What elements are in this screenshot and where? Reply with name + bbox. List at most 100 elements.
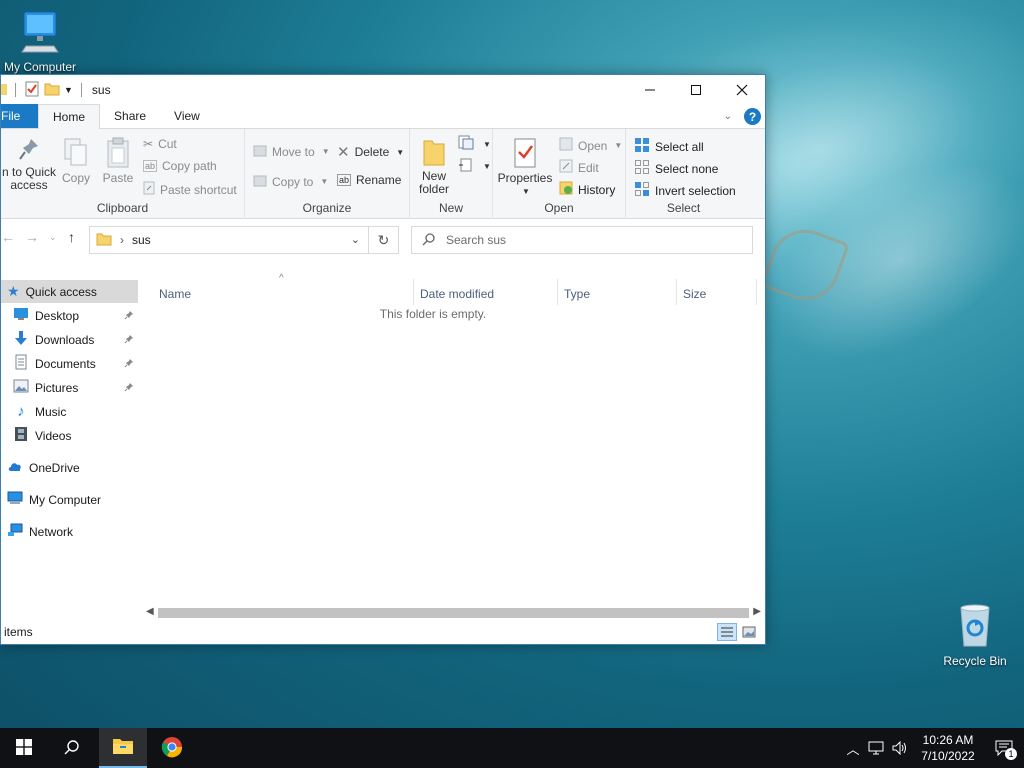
cut-button[interactable]: ✂ Cut <box>143 137 177 151</box>
clock-date: 7/10/2022 <box>921 749 975 763</box>
scrollbar-thumb[interactable] <box>158 608 749 618</box>
back-arrow-icon[interactable]: ← <box>1 229 15 245</box>
nav-item-label: My Computer <box>29 492 102 507</box>
nav-item-downloads[interactable]: Downloads <box>1 328 138 351</box>
start-button[interactable] <box>0 728 48 768</box>
title-bar[interactable]: ▼ sus <box>1 75 765 105</box>
paste-button[interactable]: Paste <box>99 137 137 185</box>
scroll-right-icon[interactable]: ▶ <box>753 606 761 617</box>
details-view-button[interactable] <box>717 623 737 641</box>
delete-button[interactable]: ✕ Delete ▼ <box>337 143 404 161</box>
nav-item-my-computer[interactable]: My Computer <box>1 488 138 511</box>
paste-shortcut-label: Paste shortcut <box>160 182 237 197</box>
pin-to-quick-access-button[interactable]: n to Quick access <box>1 137 57 192</box>
up-arrow-icon[interactable]: ↑ <box>68 229 75 245</box>
history-button[interactable]: History <box>559 181 615 198</box>
search-placeholder: Search sus <box>446 233 507 247</box>
clock[interactable]: 10:26 AM 7/10/2022 <box>912 732 984 764</box>
nav-item-network[interactable]: Network <box>1 520 138 543</box>
breadcrumb-current[interactable]: sus <box>132 233 151 247</box>
select-all-button[interactable]: Select all <box>634 137 704 156</box>
nav-item-label: Desktop <box>35 308 80 323</box>
nav-item-pictures[interactable]: Pictures <box>1 376 138 399</box>
ribbon-group-open: Properties ▼ Open ▼ Edit History Open <box>493 129 626 219</box>
taskbar-file-explorer[interactable] <box>99 728 147 768</box>
new-item-button[interactable]: ▼ <box>458 135 491 154</box>
large-icons-view-button[interactable] <box>739 623 759 641</box>
chevron-down-icon: ▼ <box>321 147 330 156</box>
desktop-icon-recycle-bin[interactable]: Recycle Bin <box>935 602 1015 668</box>
tab-share[interactable]: Share <box>100 104 160 128</box>
new-folder-button[interactable]: New folder <box>416 137 452 196</box>
address-bar[interactable]: › sus ⌄ <box>89 226 369 254</box>
tab-file[interactable]: File <box>1 104 38 128</box>
search-taskbar-button[interactable] <box>48 728 96 768</box>
search-box[interactable]: Search sus <box>411 226 753 254</box>
column-divider[interactable] <box>557 279 558 305</box>
edit-button[interactable]: Edit <box>559 159 599 176</box>
nav-item-music[interactable]: ♪ Music <box>1 400 138 423</box>
forward-arrow-icon[interactable]: → <box>25 229 39 245</box>
taskbar-chrome[interactable] <box>148 728 196 768</box>
maximize-button[interactable] <box>673 75 719 105</box>
copy-path-button[interactable]: ab Copy path <box>143 159 217 173</box>
address-dropdown-icon[interactable]: ⌄ <box>351 233 360 246</box>
volume-icon[interactable] <box>888 741 912 755</box>
copy-to-button[interactable]: Copy to ▼ <box>253 173 328 190</box>
chevron-down-icon: ▼ <box>483 140 491 149</box>
nav-item-videos[interactable]: Videos <box>1 424 138 447</box>
desktop-icon-my-computer[interactable]: My Computer <box>0 10 80 74</box>
column-divider[interactable] <box>756 279 757 305</box>
easy-access-button[interactable]: ▼ <box>458 157 491 176</box>
help-icon[interactable]: ? <box>744 108 761 125</box>
new-folder-qat-icon[interactable] <box>44 81 60 100</box>
group-label: Select <box>666 201 701 215</box>
cut-label: Cut <box>158 137 177 151</box>
window-title: sus <box>91 83 111 97</box>
network-status-icon[interactable] <box>864 741 888 755</box>
close-button[interactable] <box>719 75 765 105</box>
column-divider[interactable] <box>676 279 677 305</box>
properties-qat-icon[interactable] <box>24 81 40 100</box>
invert-selection-button[interactable]: Invert selection <box>634 181 736 200</box>
move-to-button[interactable]: Move to ▼ <box>253 143 330 160</box>
nav-item-onedrive[interactable]: OneDrive <box>1 456 138 479</box>
column-header-date-modified[interactable]: Date modified <box>420 279 494 309</box>
chevron-down-icon[interactable]: ▼ <box>64 85 73 95</box>
select-none-button[interactable]: Select none <box>634 159 718 178</box>
rename-label: Rename <box>356 173 402 187</box>
column-header-name[interactable]: Name <box>159 279 191 309</box>
horizontal-scrollbar[interactable]: ◀ ▶ <box>144 605 763 621</box>
cloud-icon <box>7 460 23 475</box>
rename-button[interactable]: ab Rename <box>337 173 401 187</box>
notifications-button[interactable]: 1 <box>984 740 1024 760</box>
search-icon <box>422 232 436 249</box>
move-to-label: Move to <box>272 144 315 159</box>
desktop-icon <box>13 307 29 324</box>
group-label: Open <box>544 201 574 215</box>
column-header-type[interactable]: Type <box>564 279 590 309</box>
refresh-icon: ↻ <box>377 231 390 248</box>
nav-item-documents[interactable]: Documents <box>1 352 138 375</box>
refresh-button[interactable]: ↻ <box>369 226 399 254</box>
minimize-button[interactable] <box>627 75 673 105</box>
chevron-up-icon[interactable]: ︿ <box>842 739 864 758</box>
paste-shortcut-button[interactable]: Paste shortcut <box>143 181 237 198</box>
column-divider[interactable] <box>413 279 414 305</box>
wallpaper-highlight-2 <box>738 120 1024 400</box>
tab-view[interactable]: View <box>160 104 214 128</box>
recent-locations-chevron-icon[interactable]: ⌄ <box>49 232 57 243</box>
chevron-down-icon: ▼ <box>614 141 623 150</box>
ribbon-collapse-icon[interactable]: ⌄ <box>724 111 732 122</box>
column-header-size[interactable]: Size <box>683 279 706 309</box>
edit-icon <box>559 159 573 176</box>
content-area: ★ Quick access Desktop Downloads Documen… <box>1 273 765 620</box>
ribbon-group-new: New folder ▼ ▼ New <box>410 129 493 219</box>
tab-home[interactable]: Home <box>38 104 101 129</box>
copy-button[interactable]: Copy <box>59 137 93 185</box>
select-all-label: Select all <box>655 139 704 154</box>
nav-item-quick-access[interactable]: ★ Quick access <box>1 280 138 303</box>
scroll-left-icon[interactable]: ◀ <box>146 606 154 617</box>
open-button[interactable]: Open ▼ <box>559 137 622 154</box>
properties-button[interactable]: Properties ▼ <box>497 137 553 198</box>
